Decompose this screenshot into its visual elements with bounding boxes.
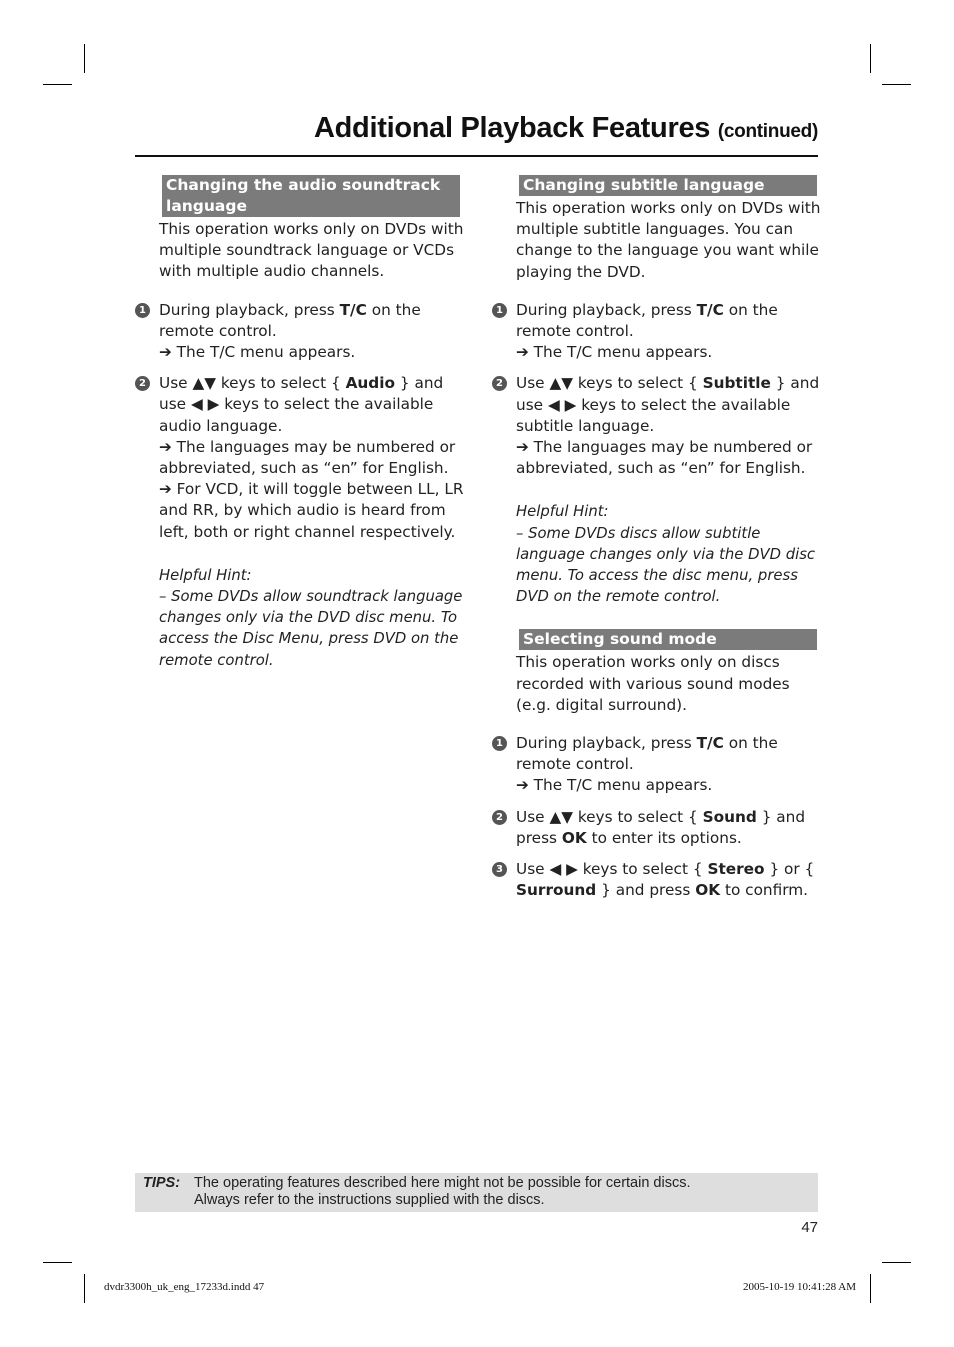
step-text: Use ▲▼ keys to select { xyxy=(516,374,703,393)
crop-mark xyxy=(882,1262,911,1263)
step-text: Use ▲▼ keys to select { xyxy=(159,374,346,393)
crop-mark xyxy=(43,1262,72,1263)
step-text: to confirm. xyxy=(720,881,809,900)
step-text: to enter its options. xyxy=(586,828,742,847)
section-heading-audio: Changing the audio soundtrack language xyxy=(162,175,460,217)
hint-title: Helpful Hint: xyxy=(159,566,252,584)
intro-subtitle: This operation works only on DVDs with m… xyxy=(516,199,821,281)
key-label: Stereo xyxy=(707,860,765,879)
step-text: During playback, press xyxy=(516,734,697,753)
step-2: 2 Use ▲▼ keys to select { Audio } and us… xyxy=(135,373,465,543)
hint-title: Helpful Hint: xyxy=(516,503,609,521)
step-text: Use ▲▼ keys to select { xyxy=(516,807,703,826)
step-result: ➔ The languages may be numbered or abbre… xyxy=(516,438,813,478)
tips-line: Always refer to the instructions supplie… xyxy=(194,1192,545,1208)
step-1: 1 During playback, press T/C on the remo… xyxy=(492,733,822,797)
crop-mark xyxy=(870,1274,871,1303)
step-result: ➔ The T/C menu appears. xyxy=(159,343,356,362)
step-text: During playback, press xyxy=(516,300,697,319)
tips-box: TIPS: The operating features described h… xyxy=(135,1173,818,1212)
key-label: Subtitle xyxy=(702,374,771,393)
hint-text: – Some DVDs allow soundtrack language ch… xyxy=(159,588,463,669)
step-number-icon: 1 xyxy=(492,302,507,318)
tips-line: The operating features described here mi… xyxy=(194,1175,691,1191)
step-result: ➔ The T/C menu appears. xyxy=(516,343,713,362)
tips-label: TIPS: xyxy=(143,1175,181,1191)
step-text: Use ◀ ▶ keys to select { xyxy=(516,860,708,879)
key-label: T/C xyxy=(339,300,367,319)
left-column: Changing the audio soundtrack language T… xyxy=(135,175,465,671)
intro-audio: This operation works only on DVDs with m… xyxy=(159,220,464,281)
slug-timestamp: 2005-10-19 10:41:28 AM xyxy=(742,1281,856,1293)
title-rule xyxy=(135,155,818,157)
step-2: 2 Use ▲▼ keys to select { Subtitle } and… xyxy=(492,373,822,479)
helpful-hint: Helpful Hint: – Some DVDs allow soundtra… xyxy=(159,565,465,671)
step-3: 3 Use ◀ ▶ keys to select { Stereo } or {… xyxy=(492,859,822,901)
crop-mark xyxy=(43,84,72,85)
helpful-hint: Helpful Hint: – Some DVDs discs allow su… xyxy=(516,501,822,607)
step-result: ➔ For VCD, it will toggle between LL, LR… xyxy=(159,480,464,541)
key-label: Audio xyxy=(345,374,396,393)
section-heading-sound: Selecting sound mode xyxy=(519,629,817,651)
step-text: } or { xyxy=(764,860,815,879)
slug-file: dvdr3300h_uk_eng_17233d.indd 47 xyxy=(104,1281,265,1293)
crop-mark xyxy=(882,84,911,85)
step-number-icon: 1 xyxy=(492,736,507,752)
title-continued: (continued) xyxy=(717,121,818,142)
section-heading-subtitle: Changing subtitle language xyxy=(519,175,817,196)
key-label: OK xyxy=(695,881,721,900)
step-number-icon: 2 xyxy=(492,809,507,825)
page-number: 47 xyxy=(801,1219,818,1236)
key-label: Sound xyxy=(702,807,757,826)
key-label: T/C xyxy=(696,734,724,753)
step-result: ➔ The languages may be numbered or abbre… xyxy=(159,437,456,478)
key-label: Surround xyxy=(516,881,597,900)
step-number-icon: 3 xyxy=(492,862,507,878)
page-title: Additional Playback Features (continued) xyxy=(135,112,818,145)
hint-text: – Some DVDs discs allow subtitle languag… xyxy=(516,524,816,606)
step-1: 1 During playback, press T/C on the remo… xyxy=(492,300,822,364)
tips-text: The operating features described here mi… xyxy=(194,1175,691,1209)
crop-mark xyxy=(84,1274,85,1303)
crop-mark xyxy=(84,44,85,73)
step-number-icon: 2 xyxy=(492,376,507,392)
right-column: Changing subtitle language This operatio… xyxy=(492,175,822,901)
step-2: 2 Use ▲▼ keys to select { Sound } and pr… xyxy=(492,807,822,849)
key-label: OK xyxy=(561,828,587,847)
step-1: 1 During playback, press T/C on the remo… xyxy=(135,300,465,364)
title-text: Additional Playback Features xyxy=(313,112,711,144)
intro-sound: This operation works only on discs recor… xyxy=(516,653,790,714)
step-number-icon: 2 xyxy=(135,376,150,392)
step-text: } and press xyxy=(596,881,696,900)
key-label: T/C xyxy=(696,300,724,319)
step-number-icon: 1 xyxy=(135,302,150,318)
step-text: During playback, press xyxy=(159,300,340,319)
crop-mark xyxy=(870,44,871,73)
step-result: ➔ The T/C menu appears. xyxy=(516,776,713,795)
